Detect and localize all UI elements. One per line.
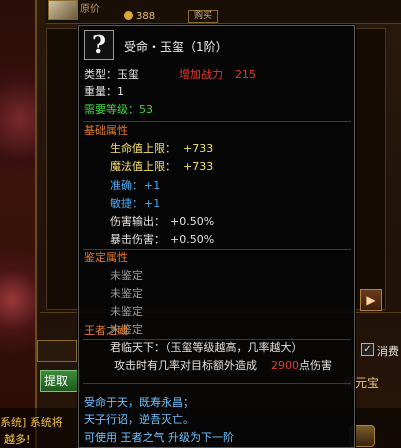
chat-system-line: 系统] 系统将 [0,416,63,429]
flavor-text-line: 天子行诏，逆吾灭亡。 [84,413,194,426]
item-icon-slot: ? [84,30,114,60]
power-label: 增加战力 [179,68,223,81]
attr-label-mp: 魔法值上限： [110,160,176,173]
appraise-item: 未鉴定 [110,269,143,282]
king-aura-damage-value: 2900 [271,359,299,372]
shop-item-icon[interactable] [48,0,78,20]
divider [83,383,351,384]
level-requirement: 需要等级：53 [84,103,153,116]
attr-label-hp: 生命值上限： [110,142,176,155]
attr-value-agility: +1 [144,197,161,210]
divider [83,121,351,122]
appraise-item: 未鉴定 [110,287,143,300]
attr-value-crit: +0.50% [170,233,215,246]
upgrade-hint: 可使用 王者之气 升级为下一阶 [84,431,234,444]
coin-icon [124,11,133,20]
attr-value-damage: +0.50% [170,215,215,228]
chat-line: 越多! [4,433,31,446]
king-aura-header: 王者之威 [84,324,128,337]
attr-label-crit: 暴击伤害： [110,233,165,246]
attr-value-mp: +733 [183,160,214,173]
item-weight: 重量：1 [84,85,124,98]
king-aura-line: 君临天下：（玉玺等级越高，几率越大） [110,341,303,354]
appraise-attributes-header: 鉴定属性 [84,251,128,264]
left-slot-button[interactable] [37,340,77,362]
attr-value-accuracy: +1 [144,179,161,192]
item-tooltip: ? 受命・玉玺（1阶） 类型：玉玺 增加战力 215 重量：1 需要等级：53 … [78,25,355,448]
item-title: 受命・玉玺（1阶） [124,40,228,54]
attr-label-accuracy: 准确： [110,179,143,192]
buy-button[interactable]: 购买 [188,10,218,23]
flavor-text-line: 受命于天，既寿永昌； [84,396,194,409]
consume-checkbox-label: 消费 [377,345,399,358]
appraise-item: 未鉴定 [110,305,143,318]
king-aura-effect-suffix: 点伤害 [299,359,332,372]
attr-label-agility: 敏捷： [110,197,143,210]
unknown-item-icon: ? [91,30,107,59]
divider [83,249,351,250]
attr-value-hp: +733 [183,142,214,155]
item-type: 类型：玉玺 [84,68,139,81]
base-attributes-header: 基础属性 [84,124,128,137]
divider [83,339,351,340]
extract-button[interactable]: 提取 [40,370,80,392]
price-value: 388 [136,11,156,22]
attr-label-damage: 伤害输出： [110,215,165,228]
consume-checkbox[interactable]: ✓ [361,343,374,356]
character-art [0,0,40,448]
next-page-arrow-icon[interactable]: ▶ [360,289,382,311]
power-value: 215 [235,68,256,81]
king-aura-effect-prefix: 攻击时有几率对目标额外造成 [114,359,257,372]
price-label: 原价 [80,4,100,15]
